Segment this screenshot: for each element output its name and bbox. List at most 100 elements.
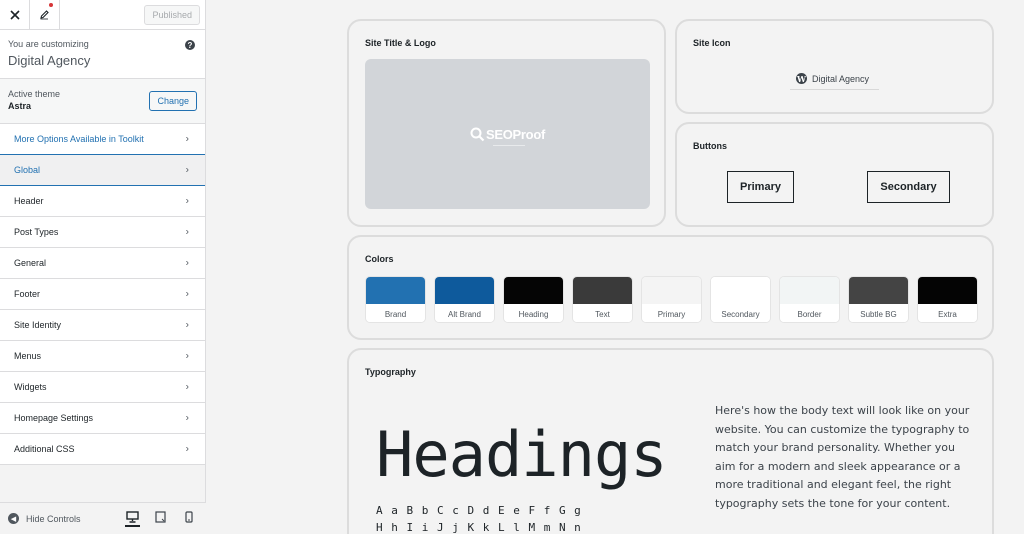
logo-tagline-line [493,145,525,146]
swatch-color [849,277,908,304]
customizing-site-name: Digital Agency [8,53,91,68]
color-swatch-primary[interactable]: Primary [641,276,702,323]
color-swatch-alt-brand[interactable]: Alt Brand [434,276,495,323]
sidebar-item-header[interactable]: Header › [0,186,205,217]
alphabet-line: A a B b C c D d E e F f G g [376,504,582,517]
edit-button[interactable] [30,0,60,30]
chevron-right-icon: › [185,257,189,269]
sidebar-item-label: Additional CSS [14,444,75,454]
swatch-color [573,277,632,304]
secondary-button-preview[interactable]: Secondary [867,171,950,203]
desktop-preview-button[interactable] [125,511,140,527]
card-title: Typography [365,367,416,377]
site-logo: SEOProof [470,127,545,142]
swatch-label: Primary [642,304,701,322]
published-button[interactable]: Published [144,4,200,25]
chevron-right-icon: › [185,319,189,331]
close-button[interactable] [0,0,30,30]
customizing-label: You are customizing [8,39,89,49]
sidebar-item-footer[interactable]: Footer › [0,279,205,310]
tablet-preview-button[interactable] [153,511,168,527]
notification-dot [49,2,53,7]
sidebar-item-widgets[interactable]: Widgets › [0,372,205,403]
swatch-color [435,277,494,304]
color-swatches: Brand Alt Brand Heading Text Primary Secondar… [365,276,978,323]
chevron-right-icon: › [185,350,189,362]
color-swatch-heading[interactable]: Heading [503,276,564,323]
buttons-card: Buttons Primary Secondary [675,122,994,227]
customizer-footer: ◀ Hide Controls [0,502,206,534]
chevron-right-icon: › [185,164,189,176]
color-swatch-subtle-bg[interactable]: Subtle BG [848,276,909,323]
color-swatch-extra[interactable]: Extra [917,276,978,323]
customizing-info: You are customizing Digital Agency ? [0,30,205,79]
sidebar-item-label: Widgets [14,382,47,392]
swatch-label: Extra [918,304,977,322]
logo-preview[interactable]: SEOProof [365,59,650,209]
chevron-right-icon: › [185,226,189,238]
card-title: Colors [365,254,394,264]
sidebar-item-label: Global [14,165,41,175]
swatch-color [711,277,770,304]
sidebar-item-menus[interactable]: Menus › [0,341,205,372]
active-theme-section: Active theme Astra Change [0,79,205,124]
color-swatch-border[interactable]: Border [779,276,840,323]
pencil-icon [40,10,49,20]
typography-card: Typography Headings A a B b C c D d E e … [347,348,994,534]
site-icon-name: Digital Agency [812,73,870,84]
swatch-color [504,277,563,304]
chevron-right-icon: › [185,443,189,455]
color-swatch-secondary[interactable]: Secondary [710,276,771,323]
swatch-color [366,277,425,304]
close-icon [9,9,20,20]
magnifier-logo-icon [470,127,485,141]
sidebar-item-homepage-settings[interactable]: Homepage Settings › [0,403,205,434]
color-swatch-text[interactable]: Text [572,276,633,323]
change-theme-button[interactable]: Change [149,91,197,111]
sidebar-item-toolkit[interactable]: More Options Available in Toolkit › [0,124,205,155]
colors-card: Colors Brand Alt Brand Heading Text Primary S… [347,235,994,340]
desktop-icon [126,511,139,523]
swatch-color [918,277,977,304]
swatch-label: Secondary [711,304,770,322]
site-icon-card: Site Icon W Digital Agency [675,19,994,114]
swatch-label: Text [573,304,632,322]
hide-controls-button[interactable]: Hide Controls [26,514,81,524]
swatch-color [642,277,701,304]
card-title: Site Title & Logo [365,38,436,48]
mobile-preview-button[interactable] [181,511,196,527]
color-swatch-brand[interactable]: Brand [365,276,426,323]
site-icon-preview[interactable]: W Digital Agency [790,68,880,90]
sidebar-item-label: Footer [14,289,41,299]
alphabet-sample: A a B b C c D d E e F f G g H h I i J j … [376,502,582,534]
sidebar-item-global[interactable]: Global › [0,155,205,186]
sidebar-item-label: Site Identity [14,320,62,330]
sidebar-item-general[interactable]: General › [0,248,205,279]
swatch-label: Brand [366,304,425,322]
chevron-right-icon: › [185,133,189,145]
wordpress-icon: W [796,73,807,84]
help-icon[interactable]: ? [185,40,195,50]
chevron-right-icon: › [185,381,189,393]
sidebar-item-label: Menus [14,351,42,361]
heading-sample[interactable]: Headings [376,418,668,491]
body-text-sample[interactable]: Here's how the body text will look like … [715,402,973,513]
swatch-label: Border [780,304,839,322]
primary-button-preview[interactable]: Primary [727,171,794,203]
sidebar-item-label: Header [14,196,44,206]
sidebar-item-site-identity[interactable]: Site Identity › [0,310,205,341]
sidebar-item-post-types[interactable]: Post Types › [0,217,205,248]
sidebar-item-label: Post Types [14,227,59,237]
sidebar-item-additional-css[interactable]: Additional CSS › [0,434,205,465]
customizer-sidebar: Published You are customizing Digital Ag… [0,0,206,534]
sidebar-item-label: Homepage Settings [14,413,94,423]
logo-text: SEOProof [486,126,545,142]
sidebar-item-label: General [14,258,47,268]
collapse-arrow-icon[interactable]: ◀ [8,513,19,524]
chevron-right-icon: › [185,288,189,300]
device-switcher [125,511,196,527]
swatch-label: Heading [504,304,563,322]
card-title: Buttons [693,141,727,151]
tablet-icon [155,511,166,523]
swatch-label: Subtle BG [849,304,908,322]
